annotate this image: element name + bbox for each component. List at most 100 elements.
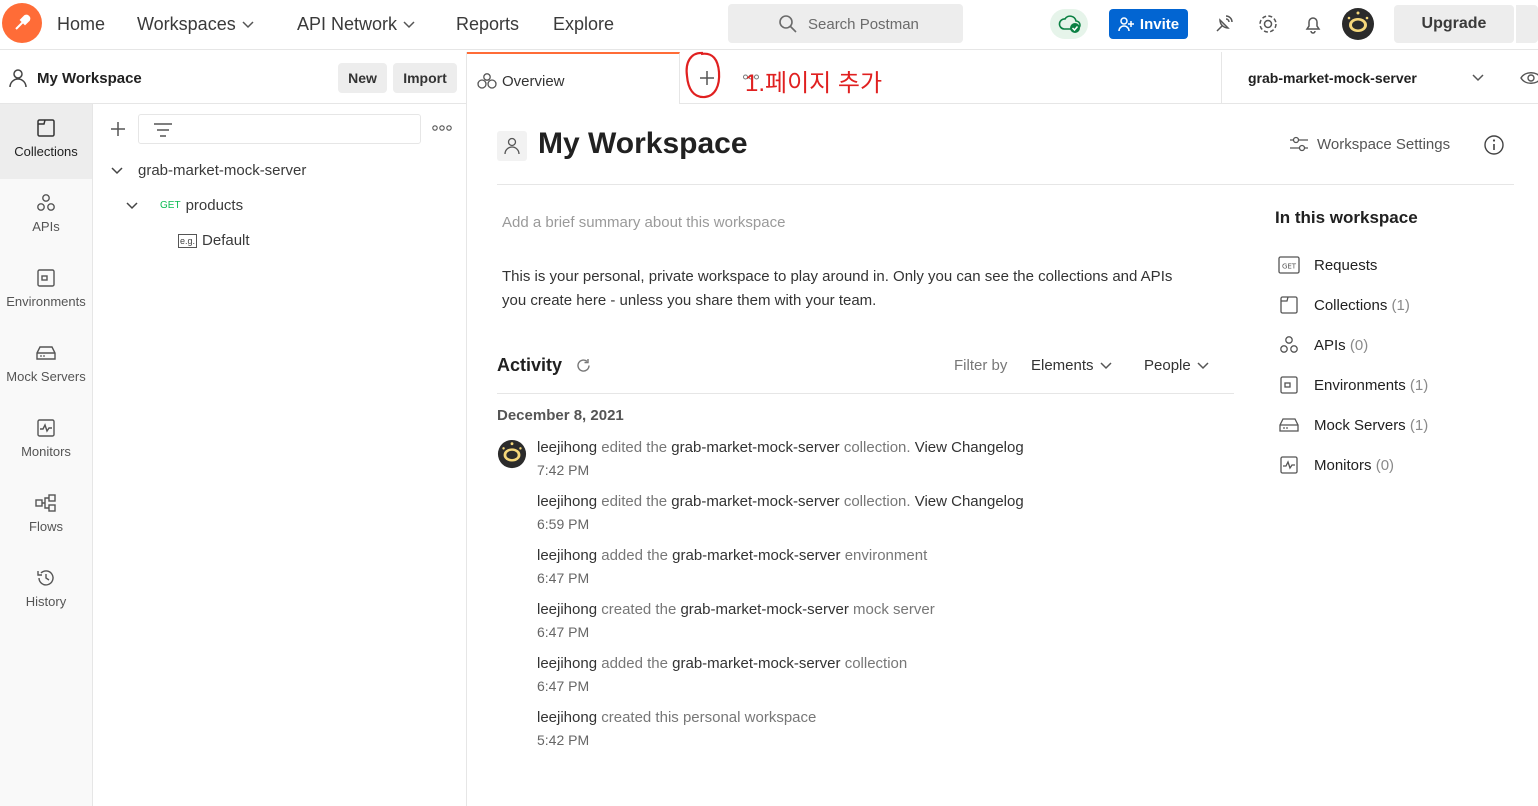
elements-filter-label: Elements [1031, 357, 1094, 374]
nav-api-network[interactable]: API Network [297, 14, 415, 35]
upgrade-dropdown-button[interactable] [1516, 5, 1538, 43]
search-placeholder: Search Postman [808, 16, 919, 33]
example-icon: e.g. [178, 233, 198, 248]
tree-folder-row[interactable]: GET products [126, 197, 243, 214]
activity-verb: created the [601, 601, 677, 618]
nav-explore[interactable]: Explore [553, 14, 614, 35]
activity-entry: leejihong created the grab-market-mock-s… [537, 601, 935, 618]
postman-logo-icon[interactable] [2, 3, 42, 43]
svg-text:GET: GET [1282, 263, 1297, 271]
nav-home[interactable]: Home [57, 14, 105, 35]
environments-icon [37, 269, 55, 287]
people-filter-dropdown[interactable]: People [1144, 357, 1209, 374]
in-workspace-item-apis[interactable]: APIs (0) [1278, 335, 1368, 355]
sidebar-item-label: Mock Servers [6, 369, 86, 384]
activity-target[interactable]: grab-market-mock-server [680, 601, 848, 618]
sidebar-item-mock-servers[interactable]: Mock Servers [0, 329, 92, 404]
sidebar-item-flows[interactable]: Flows [0, 479, 92, 554]
avatar[interactable] [1342, 8, 1374, 40]
summary-input[interactable]: Add a brief summary about this workspace [502, 214, 785, 231]
workspace-name[interactable]: My Workspace [37, 70, 142, 87]
environments-icon [1280, 376, 1298, 394]
new-button[interactable]: New [338, 63, 387, 93]
invite-label: Invite [1139, 15, 1180, 33]
activity-verb: added the [601, 655, 668, 672]
more-options-icon[interactable] [432, 125, 452, 131]
sidebar-item-apis[interactable]: APIs [0, 179, 92, 254]
workspace-avatar [497, 131, 527, 161]
workspace-description-line1: This is your personal, private workspace… [502, 268, 1173, 285]
satellite-icon[interactable] [1213, 13, 1235, 35]
sidebar-item-monitors[interactable]: Monitors [0, 404, 92, 479]
activity-entry: leejihong added the grab-market-mock-ser… [537, 547, 927, 564]
flows-icon [35, 494, 56, 512]
in-workspace-title: In this workspace [1275, 208, 1418, 227]
tree-example-row[interactable]: e.g. Default [178, 232, 250, 249]
in-workspace-item-monitors[interactable]: Monitors (0) [1278, 455, 1394, 475]
history-icon [37, 570, 54, 586]
sidebar-item-environments[interactable]: Environments [0, 254, 92, 329]
info-icon[interactable] [1483, 134, 1505, 156]
activity-noun: collection [844, 655, 908, 672]
upgrade-button[interactable]: Upgrade [1394, 5, 1514, 43]
workspace-settings-button[interactable]: Workspace Settings [1289, 135, 1450, 153]
in-workspace-item-environments[interactable]: Environments (1) [1278, 375, 1428, 395]
activity-time: 5:42 PM [537, 732, 590, 748]
user-avatar-icon [497, 439, 527, 469]
invite-button[interactable]: Invite [1109, 9, 1188, 39]
plus-icon[interactable] [110, 121, 126, 137]
activity-time: 6:47 PM [537, 624, 590, 640]
view-changelog-link[interactable]: View Changelog [915, 493, 1024, 510]
activity-time: 6:59 PM [537, 516, 590, 532]
top-bar: Home Workspaces API Network Reports Expl… [0, 0, 1538, 50]
sidebar-item-label: Environments [6, 294, 86, 309]
workspace-overview-icon [477, 73, 497, 89]
tree-collection-row[interactable]: grab-market-mock-server [111, 162, 306, 179]
view-changelog-link[interactable]: View Changelog [915, 439, 1024, 456]
in-workspace-label: Requests [1314, 256, 1378, 274]
upgrade-label: Upgrade [1421, 15, 1487, 32]
in-workspace-label: Environments [1314, 376, 1406, 394]
filter-icon [154, 123, 172, 137]
gear-icon[interactable] [1257, 13, 1279, 35]
sync-status-button[interactable] [1050, 9, 1088, 39]
import-button[interactable]: Import [393, 63, 457, 93]
in-workspace-item-requests[interactable]: GET Requests [1278, 255, 1377, 275]
sidebar-item-label: History [25, 594, 67, 609]
folder-name: products [185, 197, 244, 214]
chevron-down-icon [111, 166, 123, 174]
mock-servers-icon [1279, 418, 1299, 432]
elements-filter-dropdown[interactable]: Elements [1031, 357, 1112, 374]
collections-icon [37, 119, 55, 137]
bell-icon[interactable] [1302, 13, 1324, 35]
activity-verb: added the [601, 547, 668, 564]
activity-user: leejihong [537, 601, 598, 618]
activity-target[interactable]: grab-market-mock-server [672, 655, 840, 672]
chevron-down-icon [1100, 361, 1112, 369]
divider [497, 393, 1234, 394]
workspace-header: My Workspace New Import [0, 52, 467, 104]
sidebar-item-history[interactable]: History [0, 554, 92, 629]
tab-overview[interactable]: Overview [467, 52, 680, 104]
in-workspace-item-collections[interactable]: Collections (1) [1278, 295, 1410, 315]
refresh-icon[interactable] [576, 358, 591, 373]
in-workspace-label: Collections [1314, 296, 1388, 314]
search-input[interactable]: Search Postman [728, 4, 963, 43]
in-workspace-label: Monitors [1314, 456, 1372, 474]
in-workspace-item-mock-servers[interactable]: Mock Servers (1) [1278, 415, 1428, 435]
apis-icon [37, 194, 55, 211]
eye-icon[interactable] [1520, 70, 1538, 86]
nav-workspaces[interactable]: Workspaces [137, 14, 254, 35]
nav-reports[interactable]: Reports [456, 14, 519, 35]
activity-target[interactable]: grab-market-mock-server [672, 547, 840, 564]
environment-selector[interactable]: grab-market-mock-server [1221, 52, 1538, 104]
activity-target[interactable]: grab-market-mock-server [671, 493, 839, 510]
new-label: New [348, 70, 377, 86]
activity-target[interactable]: grab-market-mock-server [671, 439, 839, 456]
sidebar-nav: Collections APIs Environments Mock Serve… [0, 104, 93, 806]
monitors-icon [37, 419, 55, 437]
activity-entry: leejihong edited the grab-market-mock-se… [537, 439, 1024, 456]
sidebar-item-collections[interactable]: Collections [0, 104, 92, 179]
mock-servers-icon [36, 346, 56, 360]
filter-input[interactable] [138, 114, 421, 144]
